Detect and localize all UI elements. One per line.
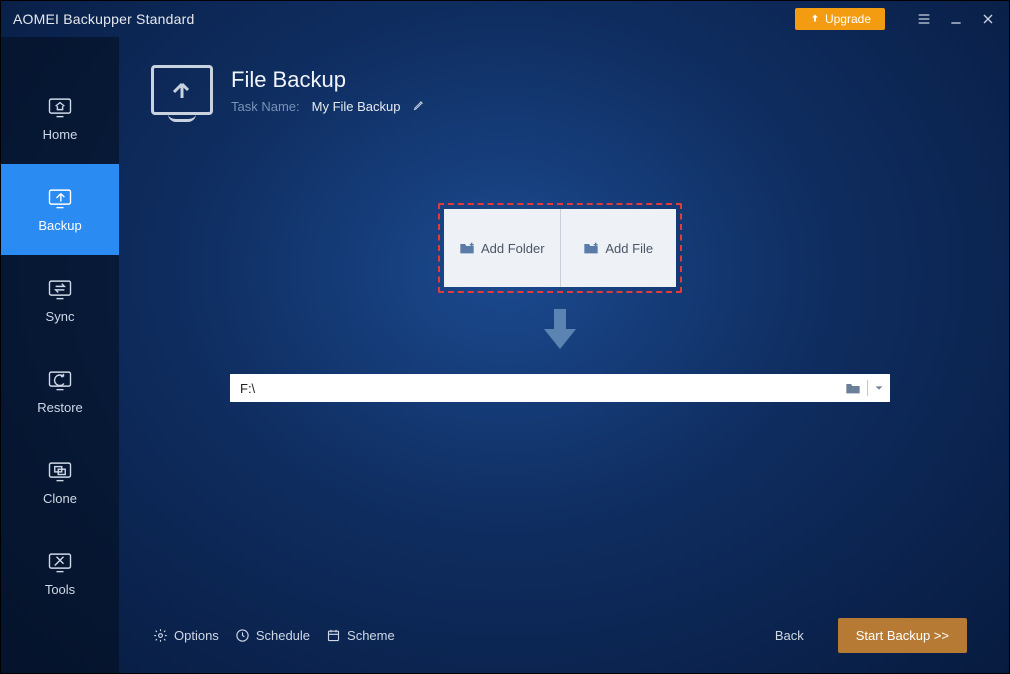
restore-icon — [46, 368, 74, 392]
app-window: AOMEI Backupper Standard Upgrade Home Ba… — [0, 0, 1010, 674]
task-name-value: My File Backup — [312, 99, 401, 114]
start-backup-button[interactable]: Start Backup >> — [838, 618, 967, 653]
add-folder-button[interactable]: Add Folder — [444, 209, 561, 287]
file-plus-icon — [583, 241, 599, 255]
schedule-button[interactable]: Schedule — [235, 628, 310, 643]
main-panel: File Backup Task Name: My File Backup — [119, 37, 1009, 673]
sidebar-item-label: Backup — [1, 218, 119, 233]
clock-icon — [235, 628, 250, 643]
upgrade-button[interactable]: Upgrade — [795, 8, 885, 30]
sidebar-item-label: Clone — [1, 491, 119, 506]
start-backup-label: Start Backup >> — [856, 628, 949, 643]
page-title: File Backup — [231, 67, 425, 93]
sidebar-item-label: Home — [1, 127, 119, 142]
scheme-button[interactable]: Scheme — [326, 628, 395, 643]
upgrade-icon — [809, 13, 821, 25]
schedule-label: Schedule — [256, 628, 310, 643]
add-folder-label: Add Folder — [481, 241, 545, 256]
close-icon[interactable] — [979, 10, 997, 28]
sidebar-item-label: Sync — [1, 309, 119, 324]
sidebar-item-tools[interactable]: Tools — [1, 528, 119, 619]
scheme-label: Scheme — [347, 628, 395, 643]
sidebar-item-label: Tools — [1, 582, 119, 597]
tools-icon — [46, 550, 74, 574]
folder-plus-icon — [459, 241, 475, 255]
back-button[interactable]: Back — [775, 628, 804, 643]
sidebar-item-label: Restore — [1, 400, 119, 415]
titlebar: AOMEI Backupper Standard Upgrade — [1, 1, 1009, 37]
sidebar: Home Backup Sync Restore Clone Tools — [1, 37, 119, 673]
pencil-icon — [413, 99, 425, 111]
calendar-icon — [326, 628, 341, 643]
browse-folder-icon[interactable] — [845, 381, 861, 395]
add-file-button[interactable]: Add File — [561, 209, 677, 287]
sidebar-item-backup[interactable]: Backup — [1, 164, 119, 255]
file-backup-icon — [151, 65, 213, 115]
home-icon — [46, 95, 74, 119]
separator — [867, 380, 868, 396]
options-label: Options — [174, 628, 219, 643]
sync-icon — [46, 277, 74, 301]
page-header: File Backup Task Name: My File Backup — [151, 65, 969, 115]
footer-bar: Options Schedule Scheme Back Start Backu… — [151, 611, 969, 659]
task-name-label: Task Name: — [231, 99, 300, 114]
destination-path-value: F:\ — [240, 381, 845, 396]
arrow-down-icon — [540, 305, 580, 358]
edit-task-name-button[interactable] — [413, 99, 425, 114]
add-source-highlight: Add Folder Add File — [438, 203, 682, 293]
sidebar-item-clone[interactable]: Clone — [1, 437, 119, 528]
add-file-label: Add File — [605, 241, 653, 256]
backup-icon — [46, 186, 74, 210]
app-title: AOMEI Backupper Standard — [13, 11, 194, 27]
options-button[interactable]: Options — [153, 628, 219, 643]
sidebar-item-restore[interactable]: Restore — [1, 346, 119, 437]
clone-icon — [46, 459, 74, 483]
upgrade-label: Upgrade — [825, 12, 871, 26]
minimize-icon[interactable] — [947, 10, 965, 28]
gear-icon — [153, 628, 168, 643]
menu-icon[interactable] — [915, 10, 933, 28]
sidebar-item-home[interactable]: Home — [1, 73, 119, 164]
chevron-down-icon[interactable] — [874, 381, 884, 395]
sidebar-item-sync[interactable]: Sync — [1, 255, 119, 346]
add-source-panel: Add Folder Add File — [444, 209, 676, 287]
destination-path-field[interactable]: F:\ — [230, 374, 890, 402]
